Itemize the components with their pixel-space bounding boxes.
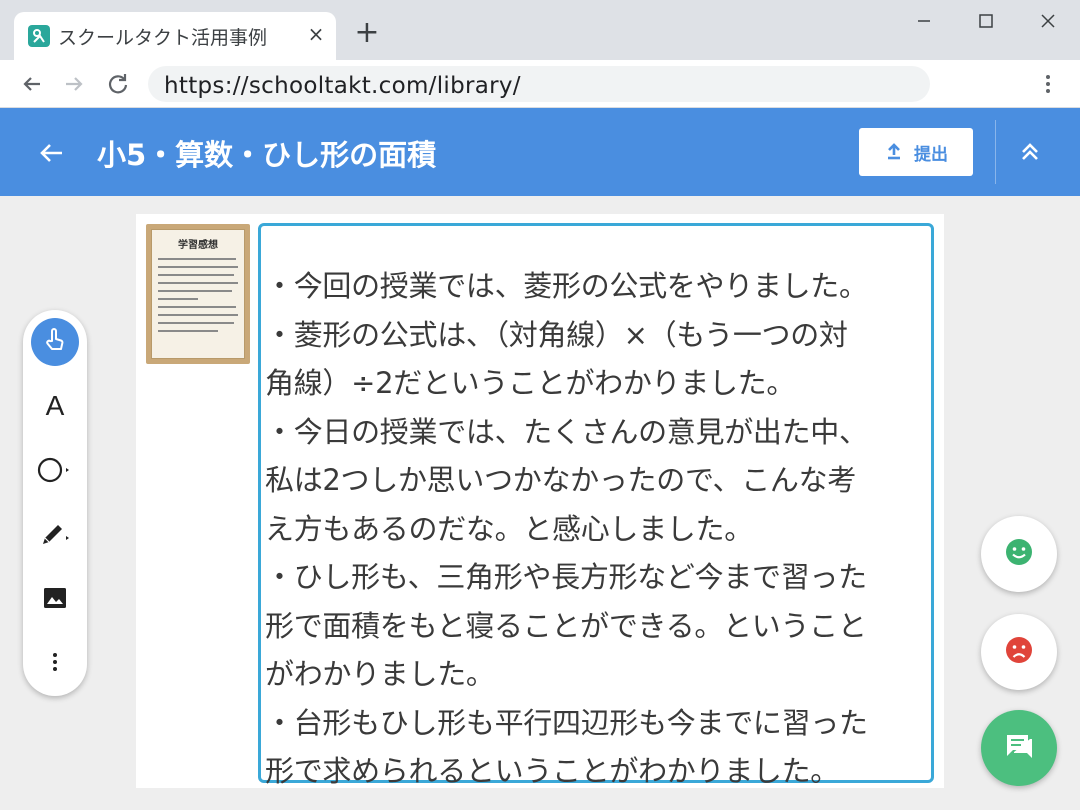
submit-label: 提出 (914, 144, 948, 164)
thumbnail-title: 学習感想 (178, 240, 218, 251)
back-arrow-icon[interactable] (36, 138, 66, 168)
circle-shape-icon (35, 455, 75, 489)
header-divider (995, 120, 996, 184)
thumbnail-text-line (158, 282, 238, 284)
pointer-tool-button[interactable] (31, 318, 79, 366)
tab-title: スクールタクト活用事例 (58, 27, 268, 49)
thumbnail-text-line (158, 322, 234, 324)
thumbnail-text-line (158, 258, 236, 260)
comment-button[interactable] (981, 710, 1057, 786)
worksheet-thumbnail[interactable]: 学習感想 (146, 224, 250, 364)
pencil-icon (35, 519, 75, 553)
comment-icon (1003, 730, 1035, 766)
tool-palette: A (23, 310, 87, 696)
new-tab-button[interactable]: + (352, 18, 382, 48)
schooltakt-favicon-icon (28, 25, 50, 47)
window-maximize-icon[interactable] (966, 6, 1006, 36)
browser-toolbar: https://schooltakt.com/library/ (0, 60, 1080, 108)
submit-button[interactable]: 提出 (859, 128, 973, 176)
text-tool-button[interactable]: A (31, 382, 79, 430)
page-title: 小5・算数・ひし形の面積 (97, 138, 437, 172)
browser-menu-icon[interactable] (1036, 72, 1060, 96)
frown-face-icon (1004, 635, 1034, 669)
tab-close-icon[interactable]: × (304, 22, 328, 46)
thumbnail-text-line (158, 274, 234, 276)
pointer-hand-icon (41, 326, 69, 358)
answer-text: ・今回の授業では、菱形の公式をやりました。 ・菱形の公式は、（対角線）×（もう一… (265, 269, 868, 788)
more-vertical-icon (43, 650, 67, 678)
worksheet-area: 学習感想 ・今回の授業では、菱形の公式をやりました。 ・菱形の公式は、（対角線）… (0, 196, 1080, 810)
bad-reaction-button[interactable] (981, 614, 1057, 690)
answer-text-box[interactable]: ・今回の授業では、菱形の公式をやりました。 ・菱形の公式は、（対角線）×（もう一… (258, 223, 934, 788)
browser-tab[interactable]: スクールタクト活用事例 × (14, 12, 336, 60)
address-bar[interactable]: https://schooltakt.com/library/ (148, 66, 930, 102)
worksheet-card: 学習感想 ・今回の授業では、菱形の公式をやりました。 ・菱形の公式は、（対角線）… (136, 214, 944, 788)
address-bar-url: https://schooltakt.com/library/ (164, 73, 521, 99)
image-tool-button[interactable] (31, 576, 79, 624)
thumbnail-text-line (158, 306, 236, 308)
upload-icon (884, 141, 904, 164)
shape-tool-button[interactable] (31, 448, 79, 496)
more-tools-button[interactable] (31, 640, 79, 688)
window-close-icon[interactable] (1028, 6, 1068, 36)
collapse-up-icon[interactable] (1014, 136, 1046, 168)
thumbnail-text-line (158, 314, 238, 316)
thumbnail-paper: 学習感想 (151, 229, 245, 359)
reload-icon[interactable] (104, 70, 132, 98)
good-reaction-button[interactable] (981, 516, 1057, 592)
browser-tab-strip: スクールタクト活用事例 × + (0, 0, 1080, 60)
image-icon (41, 584, 69, 616)
forward-arrow-icon[interactable] (60, 70, 88, 98)
thumbnail-text-line (158, 290, 232, 292)
back-arrow-icon[interactable] (18, 70, 46, 98)
pen-tool-button[interactable] (31, 512, 79, 560)
thumbnail-text-line (158, 298, 198, 300)
thumbnail-text-line (158, 330, 218, 332)
app-header: 小5・算数・ひし形の面積 提出 (0, 108, 1080, 196)
thumbnail-text-line (158, 266, 238, 268)
window-minimize-icon[interactable] (904, 6, 944, 36)
smile-face-icon (1004, 537, 1034, 571)
text-icon: A (45, 390, 65, 421)
